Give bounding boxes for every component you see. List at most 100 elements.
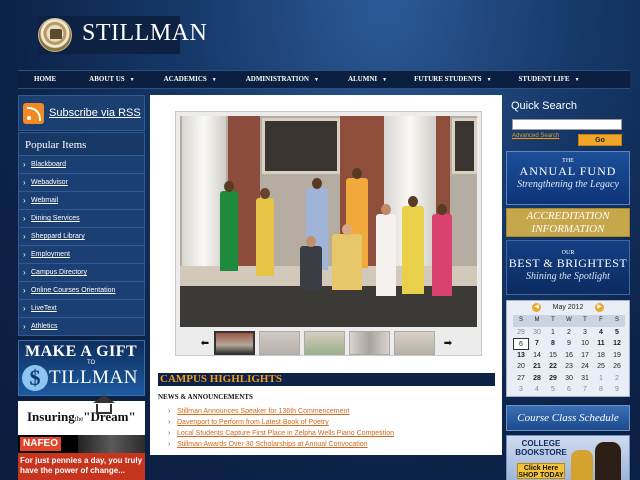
- calendar-day[interactable]: 7: [529, 338, 545, 350]
- calendar-day[interactable]: 1: [593, 373, 609, 385]
- main-nav: HOME ABOUT US ▼ ACADEMICS ▼ ADMINISTRATION ▼ AL…: [18, 70, 630, 89]
- news-list: Stillman Announces Speaker for 136th Com…: [168, 406, 394, 450]
- insuring-the-dream-banner[interactable]: Insuringthe"Dream": [18, 395, 145, 435]
- popular-item-link[interactable]: LiveText: [19, 299, 144, 317]
- slide-thumbnail[interactable]: [259, 331, 300, 355]
- prev-slide-icon[interactable]: ⬅: [196, 338, 214, 349]
- slide-thumbnail[interactable]: [394, 331, 435, 355]
- calendar-day[interactable]: 12: [609, 338, 625, 350]
- calendar-day[interactable]: 24: [577, 361, 593, 373]
- college-seal-icon: [38, 18, 72, 52]
- popular-item-link[interactable]: Blackboard: [19, 155, 144, 173]
- campus-photo[interactable]: [180, 116, 477, 327]
- slide-thumbnail[interactable]: [304, 331, 345, 355]
- nav-item-student-life[interactable]: STUDENT LIFE ▼: [492, 71, 580, 88]
- search-input[interactable]: [512, 119, 622, 130]
- slideshow-thumbnails: ⬅ ➡: [196, 330, 461, 356]
- calendar-day[interactable]: 9: [609, 384, 625, 396]
- nafeo-label: NAFEO: [20, 437, 61, 451]
- nav-item-academics[interactable]: ACADEMICS ▼: [135, 71, 217, 88]
- popular-item-link[interactable]: Webadvisor: [19, 173, 144, 191]
- calendar-day[interactable]: 7: [577, 384, 593, 396]
- calendar-day[interactable]: 18: [593, 350, 609, 362]
- calendar-day[interactable]: 8: [545, 338, 561, 350]
- calendar-day[interactable]: 5: [545, 384, 561, 396]
- chevron-down-icon: ▼: [574, 78, 580, 83]
- calendar-day[interactable]: 19: [609, 350, 625, 362]
- calendar-day[interactable]: 6: [561, 384, 577, 396]
- popular-item-link[interactable]: Employment: [19, 245, 144, 263]
- college-bookstore-banner[interactable]: COLLEGE BOOKSTORE Click Here SHOP TODAY: [506, 435, 630, 480]
- popular-item-link[interactable]: Athletics: [19, 317, 144, 335]
- calendar-day[interactable]: 26: [609, 361, 625, 373]
- calendar-weekday: W: [561, 315, 577, 327]
- go-button[interactable]: Go: [578, 134, 622, 146]
- next-slide-icon[interactable]: ➡: [439, 338, 457, 349]
- news-link[interactable]: Local Students Capture First Place in Ze…: [168, 428, 394, 439]
- calendar-day[interactable]: 27: [513, 373, 529, 385]
- calendar-day[interactable]: 29: [513, 327, 529, 339]
- calendar-day[interactable]: 10: [577, 338, 593, 350]
- shop-today-button[interactable]: Click Here SHOP TODAY: [517, 463, 565, 479]
- calendar-day[interactable]: 30: [561, 373, 577, 385]
- calendar-day[interactable]: 20: [513, 361, 529, 373]
- news-link[interactable]: Stillman Announces Speaker for 136th Com…: [168, 406, 394, 417]
- nav-item-administration[interactable]: ADMINISTRATION ▼: [217, 71, 319, 88]
- calendar-day[interactable]: 15: [545, 350, 561, 362]
- calendar-day[interactable]: 28: [529, 373, 545, 385]
- calendar-day[interactable]: 4: [529, 384, 545, 396]
- calendar-day[interactable]: 22: [545, 361, 561, 373]
- calendar-day[interactable]: 9: [561, 338, 577, 350]
- calendar-day[interactable]: 31: [577, 373, 593, 385]
- nafeo-banner[interactable]: NAFEO: [18, 435, 145, 453]
- popular-item-link[interactable]: Online Courses Orientation: [19, 281, 144, 299]
- calendar-day[interactable]: 14: [529, 350, 545, 362]
- advanced-search-link[interactable]: Advanced Search: [512, 133, 559, 139]
- calendar-day[interactable]: 3: [577, 327, 593, 339]
- calendar-prev-icon[interactable]: ◀: [532, 303, 541, 312]
- calendar-day[interactable]: 6: [513, 338, 529, 350]
- nav-item-future-students[interactable]: FUTURE STUDENTS ▼: [387, 71, 491, 88]
- popular-items-title: Popular Items: [25, 139, 87, 151]
- calendar-day[interactable]: 2: [561, 327, 577, 339]
- nav-item-alumni[interactable]: ALUMNI ▼: [319, 71, 387, 88]
- popular-item-link[interactable]: Dining Services: [19, 209, 144, 227]
- course-class-schedule-banner[interactable]: Course Class Schedule: [506, 405, 630, 431]
- bookstore-title: COLLEGE BOOKSTORE: [515, 439, 567, 457]
- news-link[interactable]: Stillman Awards Over 30 Scholarships at …: [168, 439, 394, 450]
- rss-subscribe-link[interactable]: Subscribe via RSS: [18, 95, 145, 131]
- make-a-gift-banner[interactable]: MAKE A GIFT TO $ TILLMAN: [18, 340, 145, 396]
- calendar-day[interactable]: 5: [609, 327, 625, 339]
- calendar-day[interactable]: 23: [561, 361, 577, 373]
- popular-item-link[interactable]: Webmail: [19, 191, 144, 209]
- popular-item-link[interactable]: Campus Directory: [19, 263, 144, 281]
- calendar-next-icon[interactable]: ▶: [595, 303, 604, 312]
- calendar-day[interactable]: 17: [577, 350, 593, 362]
- calendar-day[interactable]: 30: [529, 327, 545, 339]
- slide-thumbnail[interactable]: [214, 331, 255, 355]
- calendar-day[interactable]: 3: [513, 384, 529, 396]
- rss-icon: [23, 102, 44, 124]
- site-logo[interactable]: STILLMAN: [38, 16, 207, 54]
- slide-thumbnail[interactable]: [349, 331, 390, 355]
- popular-item-link[interactable]: Sheppard Library: [19, 227, 144, 245]
- calendar-day[interactable]: 29: [545, 373, 561, 385]
- calendar-day[interactable]: 2: [609, 373, 625, 385]
- calendar-day[interactable]: 1: [545, 327, 561, 339]
- calendar-day[interactable]: 8: [593, 384, 609, 396]
- pennies-banner[interactable]: For just pennies a day, you truly have t…: [18, 453, 145, 480]
- calendar-day[interactable]: 4: [593, 327, 609, 339]
- nav-item-home[interactable]: HOME: [18, 71, 56, 88]
- nav-item-about-us[interactable]: ABOUT US ▼: [56, 71, 134, 88]
- calendar-weekday: T: [577, 315, 593, 327]
- best-and-brightest-banner[interactable]: OUR BEST & BRIGHTEST Shining the Spotlig…: [506, 240, 630, 295]
- annual-fund-banner[interactable]: THE ANNUAL FUND Strengthening the Legacy: [506, 151, 630, 205]
- left-sidebar: Subscribe via RSS Popular Items Blackboa…: [18, 95, 145, 480]
- accreditation-banner[interactable]: ACCREDITATION INFORMATION: [506, 208, 630, 237]
- news-link[interactable]: Davenport to Perform from Latest Book of…: [168, 417, 394, 428]
- calendar-day[interactable]: 21: [529, 361, 545, 373]
- calendar-day[interactable]: 11: [593, 338, 609, 350]
- calendar-day[interactable]: 16: [561, 350, 577, 362]
- calendar-day[interactable]: 25: [593, 361, 609, 373]
- calendar-day[interactable]: 13: [513, 350, 529, 362]
